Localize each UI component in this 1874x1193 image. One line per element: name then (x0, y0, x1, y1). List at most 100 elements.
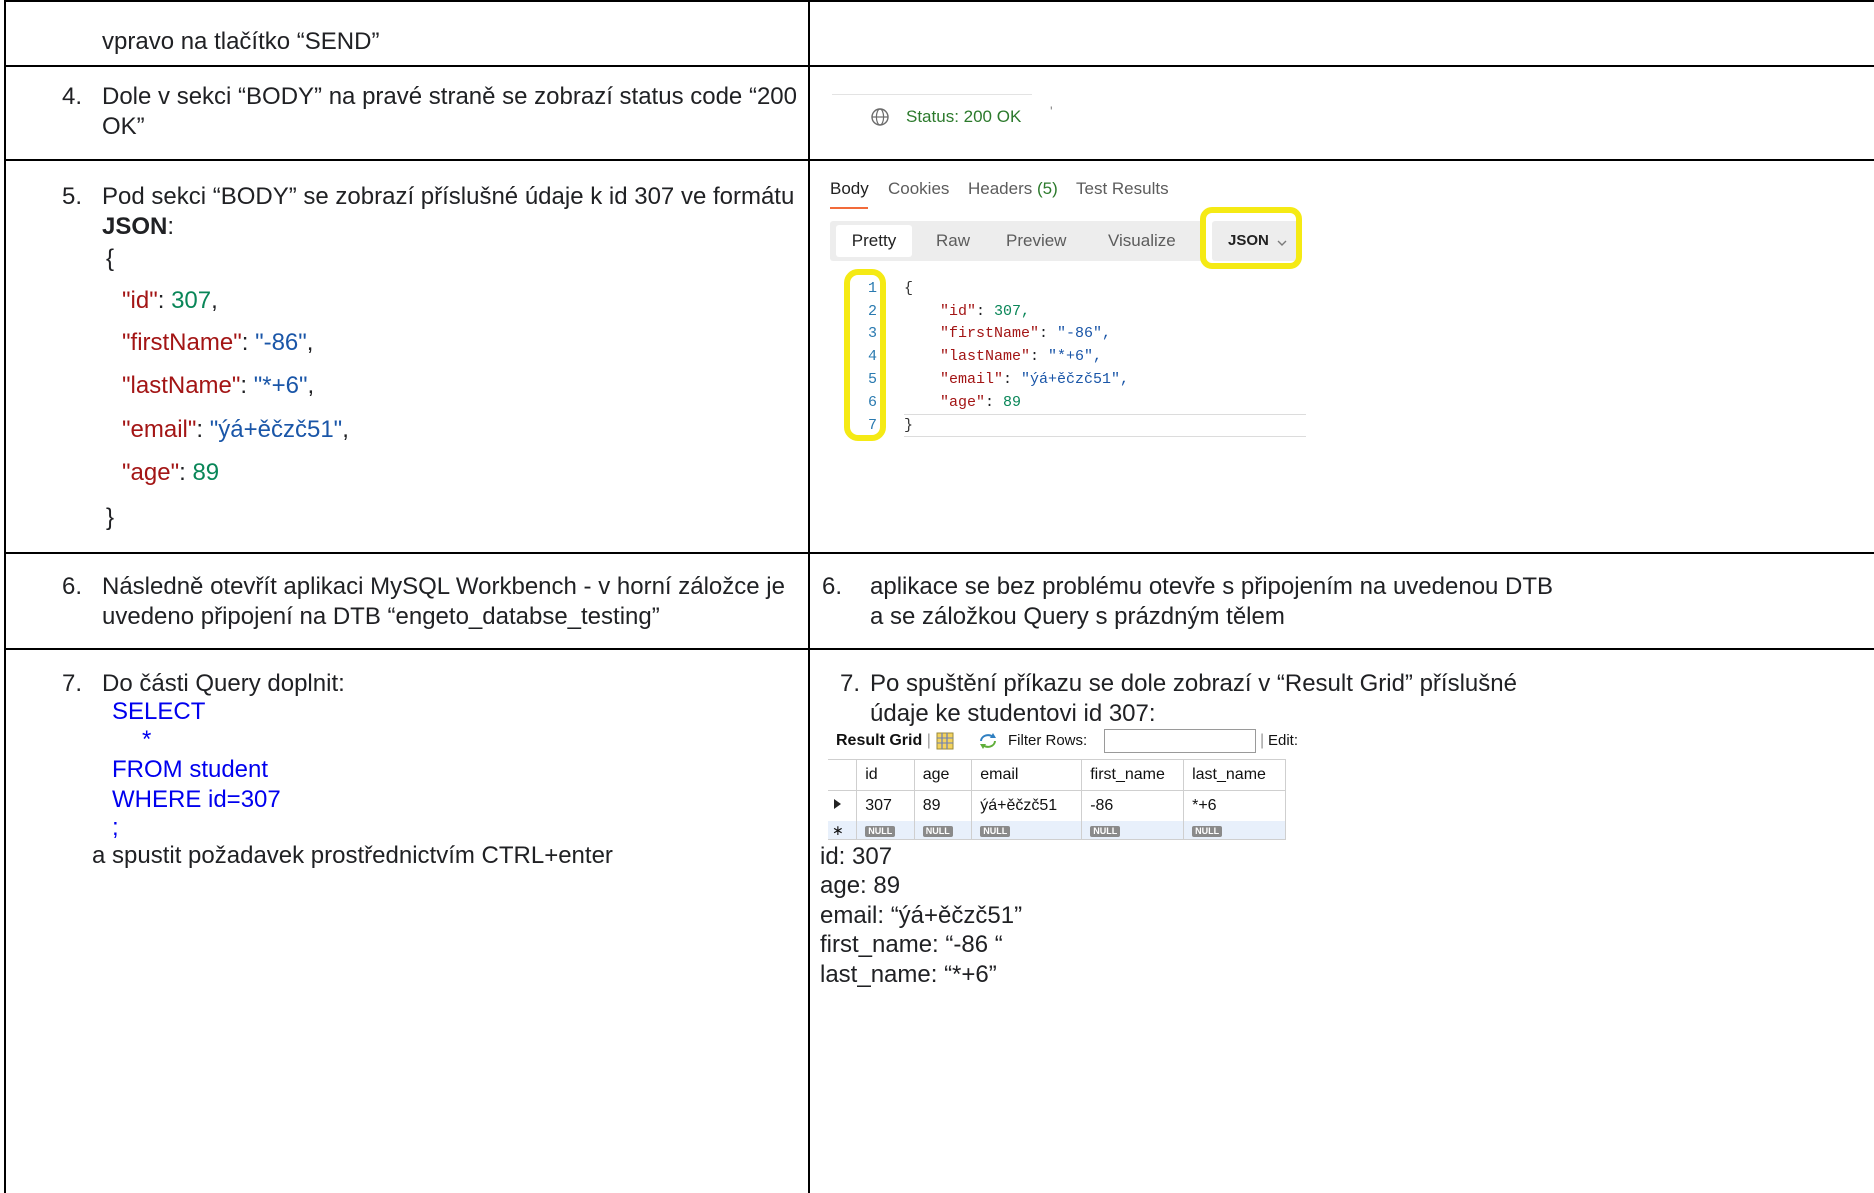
json-sep: : (196, 416, 210, 443)
grid-cell[interactable]: 307 (856, 790, 915, 821)
row7-left-cell: 7. Do části Query doplnit: SELECT * FROM… (4, 648, 810, 1193)
row6-number-right: 6. (822, 573, 843, 600)
grid-cell[interactable]: *+6 (1183, 790, 1286, 821)
status-label: Status: 200 OK (906, 107, 1021, 127)
toolbar-separator: | (926, 732, 931, 749)
table-row[interactable]: 307 89 ýá+ěčzč51 -86 *+6 (828, 790, 1286, 821)
grid-cell[interactable]: ýá+ěčzč51 (971, 790, 1083, 821)
row7-right-cell: 7. Po spuštění příkazu se dole zobrazí v… (808, 648, 1874, 1193)
tab-test-results[interactable]: Test Results (1076, 179, 1169, 199)
row4-left-line1: Dole v sekci “BODY” na pravé straně se z… (102, 83, 797, 110)
row4-left-cell: 4. Dole v sekci “BODY” na pravé straně s… (4, 65, 810, 161)
refresh-icon[interactable] (978, 732, 998, 750)
row3-left-cell: vpravo na tlačítko “SEND” (4, 0, 810, 67)
json-value: "ýá+ěčzč51" (209, 416, 343, 443)
code-brace-open: { (904, 280, 914, 297)
null-cell[interactable]: NULL (913, 821, 973, 840)
toolbar-separator: | (1260, 732, 1265, 749)
code-value: "ýá+ěčzč51", (1021, 371, 1130, 388)
globe-icon (871, 108, 889, 126)
null-cell[interactable]: NULL (971, 821, 1083, 840)
new-row[interactable]: ∗ NULL NULL NULL NULL NULL (828, 821, 1286, 840)
filter-rows-input[interactable] (1104, 729, 1256, 753)
code-key: "id" (940, 303, 977, 320)
null-cell[interactable]: NULL (856, 821, 915, 840)
grid-header[interactable]: email (971, 759, 1083, 791)
json-key: "age" (122, 459, 180, 486)
grid-header[interactable]: id (856, 759, 915, 791)
summary-last-name: last_name: “*+6” (820, 961, 997, 988)
tab-headers-count: (5) (1037, 179, 1058, 198)
json-colon: : (167, 213, 175, 240)
sql-star: * (142, 726, 152, 753)
null-cell[interactable]: NULL (1183, 821, 1286, 840)
tab-headers[interactable]: Headers (5) (968, 179, 1058, 199)
grid-row-marker (828, 790, 858, 821)
json-value: 307 (171, 287, 212, 314)
row5-left-line1: Pod sekci “BODY” se zobrazí příslušné úd… (102, 183, 795, 210)
json-brace-close: } (106, 504, 115, 531)
code-line: "lastName": "*+6", (940, 348, 1103, 365)
view-pretty-button[interactable]: Pretty (836, 225, 912, 257)
row4-number: 4. (62, 83, 83, 110)
summary-first-name: first_name: “-86 “ (820, 931, 1003, 958)
code-line: "firstName": "-86", (940, 325, 1112, 342)
grid-view-icon[interactable] (936, 732, 954, 750)
new-row-icon: ∗ (832, 822, 844, 838)
grid-cell[interactable]: -86 (1081, 790, 1185, 821)
json-field-age: "age": 89 (122, 458, 219, 488)
null-badge: NULL (1090, 826, 1121, 837)
edit-label[interactable]: Edit: (1268, 729, 1298, 753)
row4-right-cell: Status: 200 OK ' (808, 65, 1874, 161)
grid-header[interactable]: first_name (1081, 759, 1185, 791)
status-divider (832, 94, 1032, 95)
json-sep: : (179, 459, 193, 486)
code-line: "age": 89 (940, 394, 1022, 411)
line-numbers-highlight (844, 269, 886, 441)
null-badge: NULL (922, 826, 953, 837)
grid-corner (828, 759, 858, 791)
row7-left-line1: Do části Query doplnit: (102, 670, 345, 697)
view-preview-button[interactable]: Preview (1006, 231, 1066, 251)
row5-number: 5. (62, 183, 83, 210)
row3-left-text: vpravo na tlačítko “SEND” (102, 28, 380, 55)
view-raw-button[interactable]: Raw (936, 231, 970, 251)
code-bottom-rule (904, 414, 1306, 415)
format-highlight (1200, 207, 1302, 269)
grid-row-marker: ∗ (828, 821, 858, 840)
tab-headers-label: Headers (968, 179, 1033, 198)
filter-rows-label: Filter Rows: (1008, 732, 1088, 749)
null-badge: NULL (865, 826, 896, 837)
json-value: "-86" (255, 329, 307, 356)
grid-header[interactable]: last_name (1183, 759, 1286, 791)
status-tick: ' (1050, 103, 1053, 119)
summary-id: id: 307 (820, 843, 893, 870)
code-bottom-rule (904, 436, 1306, 437)
summary-age: age: 89 (820, 872, 901, 899)
grid-header[interactable]: age (913, 759, 973, 791)
sql-select: SELECT (112, 698, 206, 725)
json-comma: , (307, 372, 315, 399)
tab-body[interactable]: Body (830, 179, 869, 199)
tab-body-underline (830, 207, 868, 209)
code-key: "age" (940, 394, 986, 411)
json-value: "*+6" (253, 372, 308, 399)
tab-cookies[interactable]: Cookies (888, 179, 949, 199)
code-value: "*+6", (1048, 348, 1103, 365)
view-visualize-button[interactable]: Visualize (1108, 231, 1176, 251)
json-comma: , (211, 287, 218, 314)
grid-cell[interactable]: 89 (913, 790, 973, 821)
json-field-firstname: "firstName": "-86", (122, 328, 313, 358)
json-sep: : (241, 329, 256, 356)
json-key: "email" (122, 416, 197, 443)
sql-where: WHERE id=307 (112, 786, 281, 813)
result-grid-label[interactable]: Result Grid (836, 732, 922, 749)
status-text: Status: 200 OK (906, 107, 1022, 126)
row5-right-cell: Body Cookies Headers (5) Test Results Pr… (808, 159, 1874, 554)
null-cell[interactable]: NULL (1081, 821, 1185, 840)
row5-left-cell: 5. Pod sekci “BODY” se zobrazí příslušné… (4, 159, 810, 554)
null-badge: NULL (1192, 826, 1223, 837)
code-brace-close: } (904, 417, 914, 434)
row7-right-line1: Po spuštění příkazu se dole zobrazí v “R… (870, 670, 1517, 697)
json-field-id: "id": 307, (122, 286, 218, 316)
